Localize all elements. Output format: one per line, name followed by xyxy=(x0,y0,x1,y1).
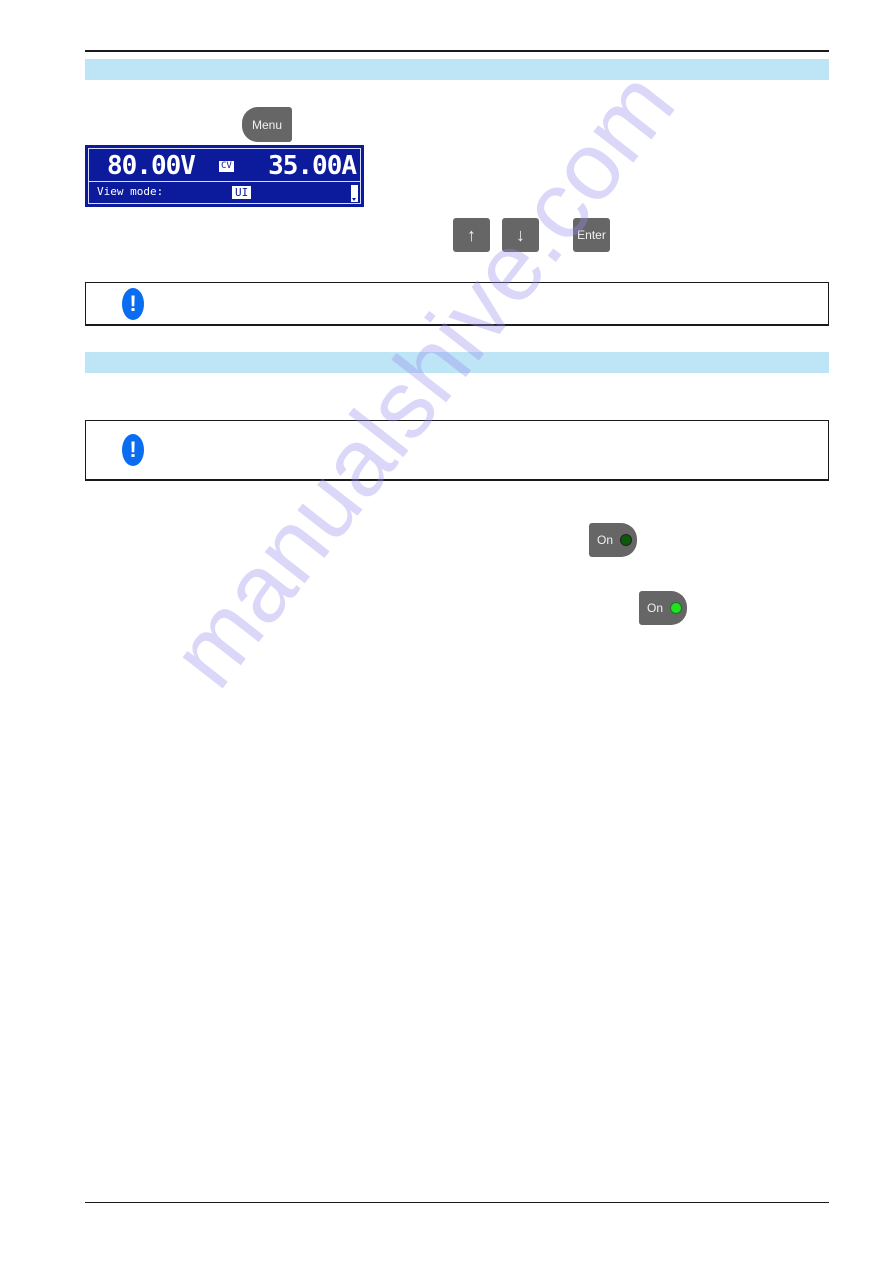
lcd-divider xyxy=(89,181,360,182)
menu-button-label: Menu xyxy=(251,117,283,132)
view-mode-value: UI xyxy=(232,186,252,199)
led-off-icon xyxy=(620,534,633,546)
voltage-readout: 80.00V xyxy=(107,151,196,181)
current-readout: 35.00A xyxy=(268,151,357,181)
on-button-on-state[interactable]: On xyxy=(639,591,687,625)
important-info-icon: ! xyxy=(122,288,144,320)
section-header-bar xyxy=(85,352,829,373)
important-info-icon: ! xyxy=(122,434,144,466)
arrow-down-button[interactable]: ↓ xyxy=(502,218,539,252)
arrow-down-icon: ↓ xyxy=(516,224,525,245)
arrow-up-button[interactable]: ↑ xyxy=(453,218,490,252)
scroll-down-icon xyxy=(351,185,358,202)
on-button-off-state[interactable]: On xyxy=(589,523,637,557)
arrow-up-icon: ↑ xyxy=(467,224,476,245)
lcd-frame: 80.00V CV 35.00A View mode: UI xyxy=(88,148,361,204)
enter-button[interactable]: Enter xyxy=(573,218,610,252)
note-box: ! xyxy=(85,420,829,481)
led-on-icon xyxy=(670,602,683,614)
lcd-display: 80.00V CV 35.00A View mode: UI xyxy=(85,145,364,207)
regulation-mode-badge: CV xyxy=(219,161,234,172)
section-header-bar xyxy=(85,59,829,80)
menu-button[interactable]: Menu xyxy=(242,107,292,142)
on-button-label: On xyxy=(647,601,664,615)
header-rule xyxy=(85,50,829,52)
note-box: ! xyxy=(85,282,829,326)
footer-rule xyxy=(85,1202,829,1203)
on-button-label: On xyxy=(597,533,614,547)
view-mode-label: View mode: xyxy=(97,185,164,198)
enter-button-label: Enter xyxy=(577,228,606,242)
